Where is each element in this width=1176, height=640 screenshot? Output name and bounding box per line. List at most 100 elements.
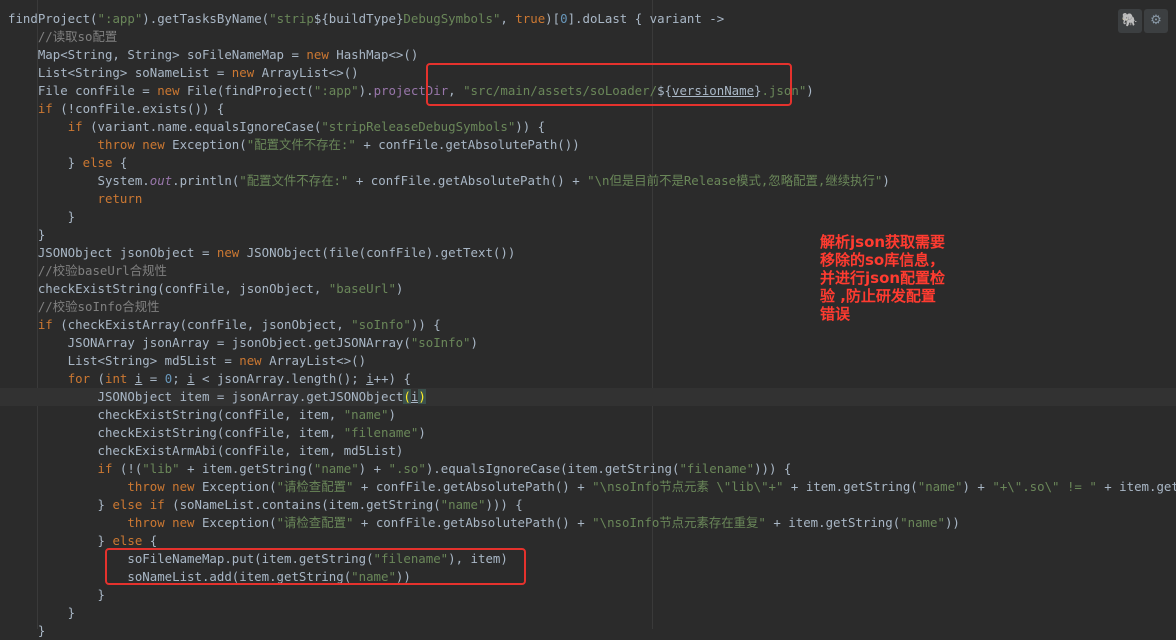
code-line[interactable]: findProject(":app").getTasksByName("stri… <box>0 10 1176 28</box>
code-line[interactable]: //校验soInfo合规性 <box>0 298 1176 316</box>
code-line[interactable]: if (checkExistArray(confFile, jsonObject… <box>0 316 1176 334</box>
code-line[interactable]: checkExistString(confFile, jsonObject, "… <box>0 280 1176 298</box>
code-line[interactable]: //读取so配置 <box>0 28 1176 46</box>
code-token: ) <box>418 389 426 404</box>
code-token: out <box>149 173 173 188</box>
code-token: } <box>8 155 83 170</box>
code-line[interactable]: List<String> md5List = new ArrayList<>() <box>0 352 1176 370</box>
code-line[interactable]: //校验baseUrl合规性 <box>0 262 1176 280</box>
code-token: Exception( <box>194 479 277 494</box>
code-token: ) <box>388 407 396 422</box>
code-line[interactable]: throw new Exception("配置文件不存在:" + confFil… <box>0 136 1176 154</box>
code-line[interactable]: JSONArray jsonArray = jsonObject.getJSON… <box>0 334 1176 352</box>
code-token: )[ <box>545 11 561 26</box>
code-token: "soInfo" <box>410 335 471 350</box>
code-token: ).equalsIgnoreCase(item.getString( <box>425 461 680 476</box>
code-token: "baseUrl" <box>328 281 396 296</box>
code-token: new <box>216 245 240 260</box>
code-line[interactable]: System.out.println("配置文件不存在:" + confFile… <box>0 172 1176 190</box>
highlight-box-put <box>105 548 526 585</box>
code-line[interactable]: for (int i = 0; i < jsonArray.length(); … <box>0 370 1176 388</box>
code-token: Map<String, String> soFileNameMap = <box>8 47 307 62</box>
code-line[interactable]: JSONObject jsonObject = new JSONObject(f… <box>0 244 1176 262</box>
code-line[interactable]: } else if (soNameList.contains(item.getS… <box>0 496 1176 514</box>
code-token: { <box>112 155 128 170</box>
code-token: (!( <box>112 461 143 476</box>
settings-icon[interactable]: ⚙ <box>1144 9 1168 33</box>
code-token: if <box>37 317 53 332</box>
code-token: JSONObject jsonObject = <box>8 245 217 260</box>
code-token: if <box>67 119 83 134</box>
code-token: "name" <box>313 461 359 476</box>
code-token: "soInfo" <box>351 317 411 332</box>
code-line[interactable]: throw new Exception("请检查配置" + confFile.g… <box>0 478 1176 496</box>
code-token: ))) { <box>485 497 523 512</box>
code-token: new <box>157 83 180 98</box>
code-line[interactable]: } else { <box>0 154 1176 172</box>
code-line[interactable]: } <box>0 622 1176 640</box>
code-line[interactable]: return <box>0 190 1176 208</box>
code-token: if <box>37 101 53 116</box>
code-line[interactable]: Map<String, String> soFileNameMap = new … <box>0 46 1176 64</box>
code-token: ))) { <box>754 461 792 476</box>
code-token: JSONArray jsonArray = jsonObject.getJSON… <box>8 335 411 350</box>
code-token: )) <box>944 515 960 530</box>
code-token: else <box>112 533 143 548</box>
annotation-line: 解析json获取需要 <box>820 233 946 251</box>
code-token: File confFile = <box>8 83 158 98</box>
code-token: return <box>97 191 143 206</box>
code-line[interactable]: if (!("lib" + item.getString("name") + "… <box>0 460 1176 478</box>
code-line[interactable]: checkExistArmAbi(confFile, item, md5List… <box>0 442 1176 460</box>
code-line[interactable]: } <box>0 226 1176 244</box>
code-token: ). <box>358 83 374 98</box>
code-token: int <box>105 371 128 386</box>
code-token: } <box>8 623 46 638</box>
code-token: Exception( <box>164 137 247 152</box>
code-token: .println( <box>172 173 240 188</box>
code-editor[interactable]: findProject(":app").getTasksByName("stri… <box>0 0 1176 638</box>
code-token: "name" <box>440 497 486 512</box>
code-token: (soNameList.contains(item.getString( <box>164 497 441 512</box>
code-token: (!confFile.exists()) { <box>52 101 225 116</box>
code-token: 0 <box>560 11 568 26</box>
code-token: new <box>306 47 329 62</box>
code-line[interactable]: } <box>0 586 1176 604</box>
code-token: } <box>8 605 76 620</box>
code-token: else if <box>112 497 165 512</box>
code-token: throw new <box>127 479 195 494</box>
code-line[interactable]: } <box>0 208 1176 226</box>
code-token: ":app" <box>313 83 359 98</box>
code-line[interactable]: checkExistString(confFile, item, "filena… <box>0 424 1176 442</box>
code-line[interactable]: checkExistString(confFile, item, "name") <box>0 406 1176 424</box>
code-token: ].doLast { variant -> <box>567 11 725 26</box>
gradle-icon[interactable]: 🐘 <box>1118 9 1142 33</box>
code-token: new <box>231 65 255 80</box>
code-token: < jsonArray.length(); <box>194 371 367 386</box>
code-token: if <box>97 461 113 476</box>
code-token: ) <box>395 281 404 296</box>
code-line[interactable]: JSONObject item = jsonArray.getJSONObjec… <box>0 388 1176 406</box>
code-token: (variant.name.equalsIgnoreCase( <box>82 119 322 134</box>
code-token: + confFile.getAbsolutePath() + <box>353 515 593 530</box>
code-token: ) <box>806 83 814 98</box>
code-token: "\nsoInfo节点元素存在重复" <box>592 515 766 530</box>
code-token: checkExistArmAbi(confFile, item, md5List… <box>8 443 404 458</box>
code-token: "lib" <box>142 461 180 476</box>
code-token: i <box>187 371 195 386</box>
code-token: + item.getString( <box>1104 479 1176 494</box>
annotation-line: 错误 <box>820 305 851 323</box>
code-token: + item.getString( <box>783 479 918 494</box>
code-token: "+\".so\" != " <box>992 479 1097 494</box>
code-line[interactable]: throw new Exception("请检查配置" + confFile.g… <box>0 514 1176 532</box>
code-token: ) <box>470 335 478 350</box>
code-line[interactable]: } <box>0 604 1176 622</box>
code-line[interactable]: if (variant.name.equalsIgnoreCase("strip… <box>0 118 1176 136</box>
